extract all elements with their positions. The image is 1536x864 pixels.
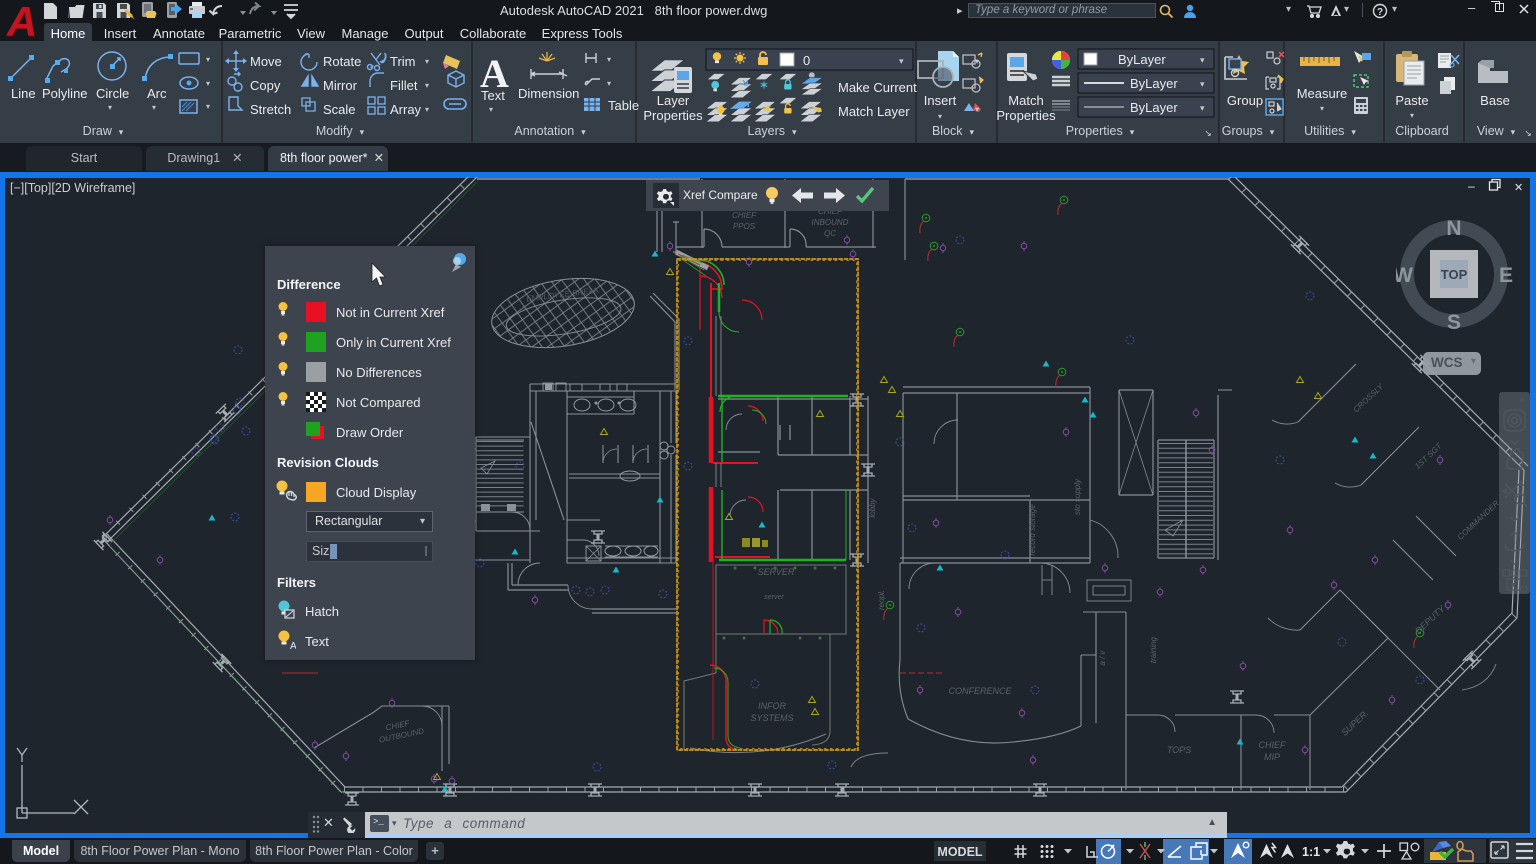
svg-text:PPOS: PPOS <box>733 222 756 231</box>
svg-text:1:1: 1:1 <box>1302 845 1320 859</box>
svg-text:▾: ▾ <box>938 112 942 121</box>
svg-text:Layers ▾: Layers ▾ <box>748 124 797 138</box>
svg-text:Measure: Measure <box>1297 86 1348 101</box>
svg-text:CONFERENCE: CONFERENCE <box>948 686 1012 696</box>
svg-text:Match Layer: Match Layer <box>838 104 910 119</box>
svg-text:training: training <box>1149 636 1158 663</box>
svg-text:MIP: MIP <box>1264 752 1280 762</box>
svg-text:S: S <box>1447 311 1461 334</box>
svg-text:CHIEF: CHIEF <box>732 211 757 220</box>
svg-text:Block ▾: Block ▾ <box>932 124 975 138</box>
svg-text:▾: ▾ <box>975 57 979 66</box>
svg-text:▾: ▾ <box>975 105 979 114</box>
svg-text:▾: ▾ <box>607 55 611 64</box>
svg-text:Fillet: Fillet <box>390 78 418 93</box>
svg-text:N: N <box>1446 217 1461 240</box>
svg-text:Draw ▾: Draw ▾ <box>83 124 124 138</box>
svg-text:▾: ▾ <box>1200 79 1205 89</box>
svg-text:Trim: Trim <box>390 54 416 69</box>
svg-text:Rotate: Rotate <box>323 54 361 69</box>
svg-text:A: A <box>290 641 296 650</box>
svg-text:a / v: a / v <box>1098 649 1107 665</box>
svg-text:Mirror: Mirror <box>323 78 358 93</box>
svg-text:ByLayer: ByLayer <box>1130 76 1178 91</box>
svg-text:Copy: Copy <box>250 78 281 93</box>
svg-text:QC: QC <box>824 229 836 238</box>
svg-text:▾: ▾ <box>1410 111 1414 120</box>
svg-text:Arc: Arc <box>147 86 167 101</box>
svg-text:Clipboard: Clipboard <box>1395 124 1449 138</box>
svg-text:Layer: Layer <box>657 93 690 108</box>
svg-text:▾: ▾ <box>206 79 210 88</box>
svg-text:W: W <box>1396 264 1413 287</box>
svg-text:Properties: Properties <box>996 108 1056 123</box>
svg-text:ByLayer: ByLayer <box>1118 52 1166 67</box>
svg-text:INBOUND: INBOUND <box>812 218 849 227</box>
svg-text:0: 0 <box>803 53 810 68</box>
svg-text:CHIEF: CHIEF <box>1259 740 1287 750</box>
svg-text:View ▾: View ▾ <box>1477 124 1516 138</box>
svg-text:server: server <box>764 594 784 601</box>
svg-text:Paste: Paste <box>1395 93 1428 108</box>
svg-text:TOPS: TOPS <box>1167 745 1191 755</box>
svg-text:▾: ▾ <box>607 79 611 88</box>
svg-text:Properties ▾: Properties ▾ <box>1066 124 1135 138</box>
svg-text:Array: Array <box>390 102 422 117</box>
svg-text:▾: ▾ <box>206 102 210 111</box>
svg-text:TOP: TOP <box>1441 267 1468 282</box>
svg-text:MODEL: MODEL <box>937 845 983 859</box>
svg-text:Match: Match <box>1008 93 1043 108</box>
svg-text:Annotation ▾: Annotation ▾ <box>514 124 586 138</box>
svg-text:SYSTEMS: SYSTEMS <box>750 713 793 723</box>
svg-text:reopl.: reopl. <box>877 590 886 610</box>
svg-text:Text: Text <box>481 88 505 103</box>
svg-text:Groups ▾: Groups ▾ <box>1222 124 1275 138</box>
svg-text:▾: ▾ <box>152 103 156 112</box>
svg-text:sto supply: sto supply <box>1073 478 1082 515</box>
svg-text:Circle: Circle <box>96 86 129 101</box>
svg-text:COMMANDER: COMMANDER <box>1456 499 1501 542</box>
svg-text:▾: ▾ <box>425 81 429 90</box>
svg-text:▾: ▾ <box>425 105 429 114</box>
svg-text:Scale: Scale <box>323 102 356 117</box>
svg-text:▾: ▾ <box>489 105 493 114</box>
svg-text:Base: Base <box>1480 93 1510 108</box>
svg-text:ByLayer: ByLayer <box>1130 100 1178 115</box>
svg-text:lobby: lobby <box>868 497 877 517</box>
svg-text:Modify ▾: Modify ▾ <box>316 124 365 138</box>
svg-text:?: ? <box>1377 7 1383 18</box>
svg-text:E: E <box>1499 264 1513 287</box>
svg-text:Line: Line <box>11 86 36 101</box>
svg-text:▾: ▾ <box>206 55 210 64</box>
svg-text:Utilities ▾: Utilities ▾ <box>1304 124 1356 138</box>
svg-text:Insert: Insert <box>924 93 957 108</box>
svg-text:▾: ▾ <box>425 57 429 66</box>
svg-text:Dimension: Dimension <box>518 86 579 101</box>
svg-text:Make Current: Make Current <box>838 80 917 95</box>
svg-text:Move: Move <box>250 54 282 69</box>
svg-text:INFOR: INFOR <box>758 701 786 711</box>
svg-text:DEPUTY: DEPUTY <box>1413 603 1447 636</box>
svg-text:↘: ↘ <box>1524 128 1532 138</box>
svg-text:▾: ▾ <box>1200 103 1205 113</box>
svg-text:CROSSLY: CROSSLY <box>1352 382 1386 415</box>
svg-text:Stretch: Stretch <box>250 102 291 117</box>
svg-text:▾: ▾ <box>1200 55 1205 65</box>
svg-text:↘: ↘ <box>1204 128 1212 138</box>
svg-text:Polyline: Polyline <box>42 86 88 101</box>
svg-text:record storage: record storage <box>1028 504 1037 556</box>
svg-text:▾: ▾ <box>1320 104 1324 113</box>
svg-text:Properties: Properties <box>643 108 703 123</box>
svg-text:SUPER.: SUPER. <box>1339 708 1370 738</box>
svg-text:▾: ▾ <box>108 103 112 112</box>
svg-text:▾: ▾ <box>899 56 904 66</box>
svg-text:Group: Group <box>1227 93 1263 108</box>
svg-text:Table: Table <box>608 98 639 113</box>
